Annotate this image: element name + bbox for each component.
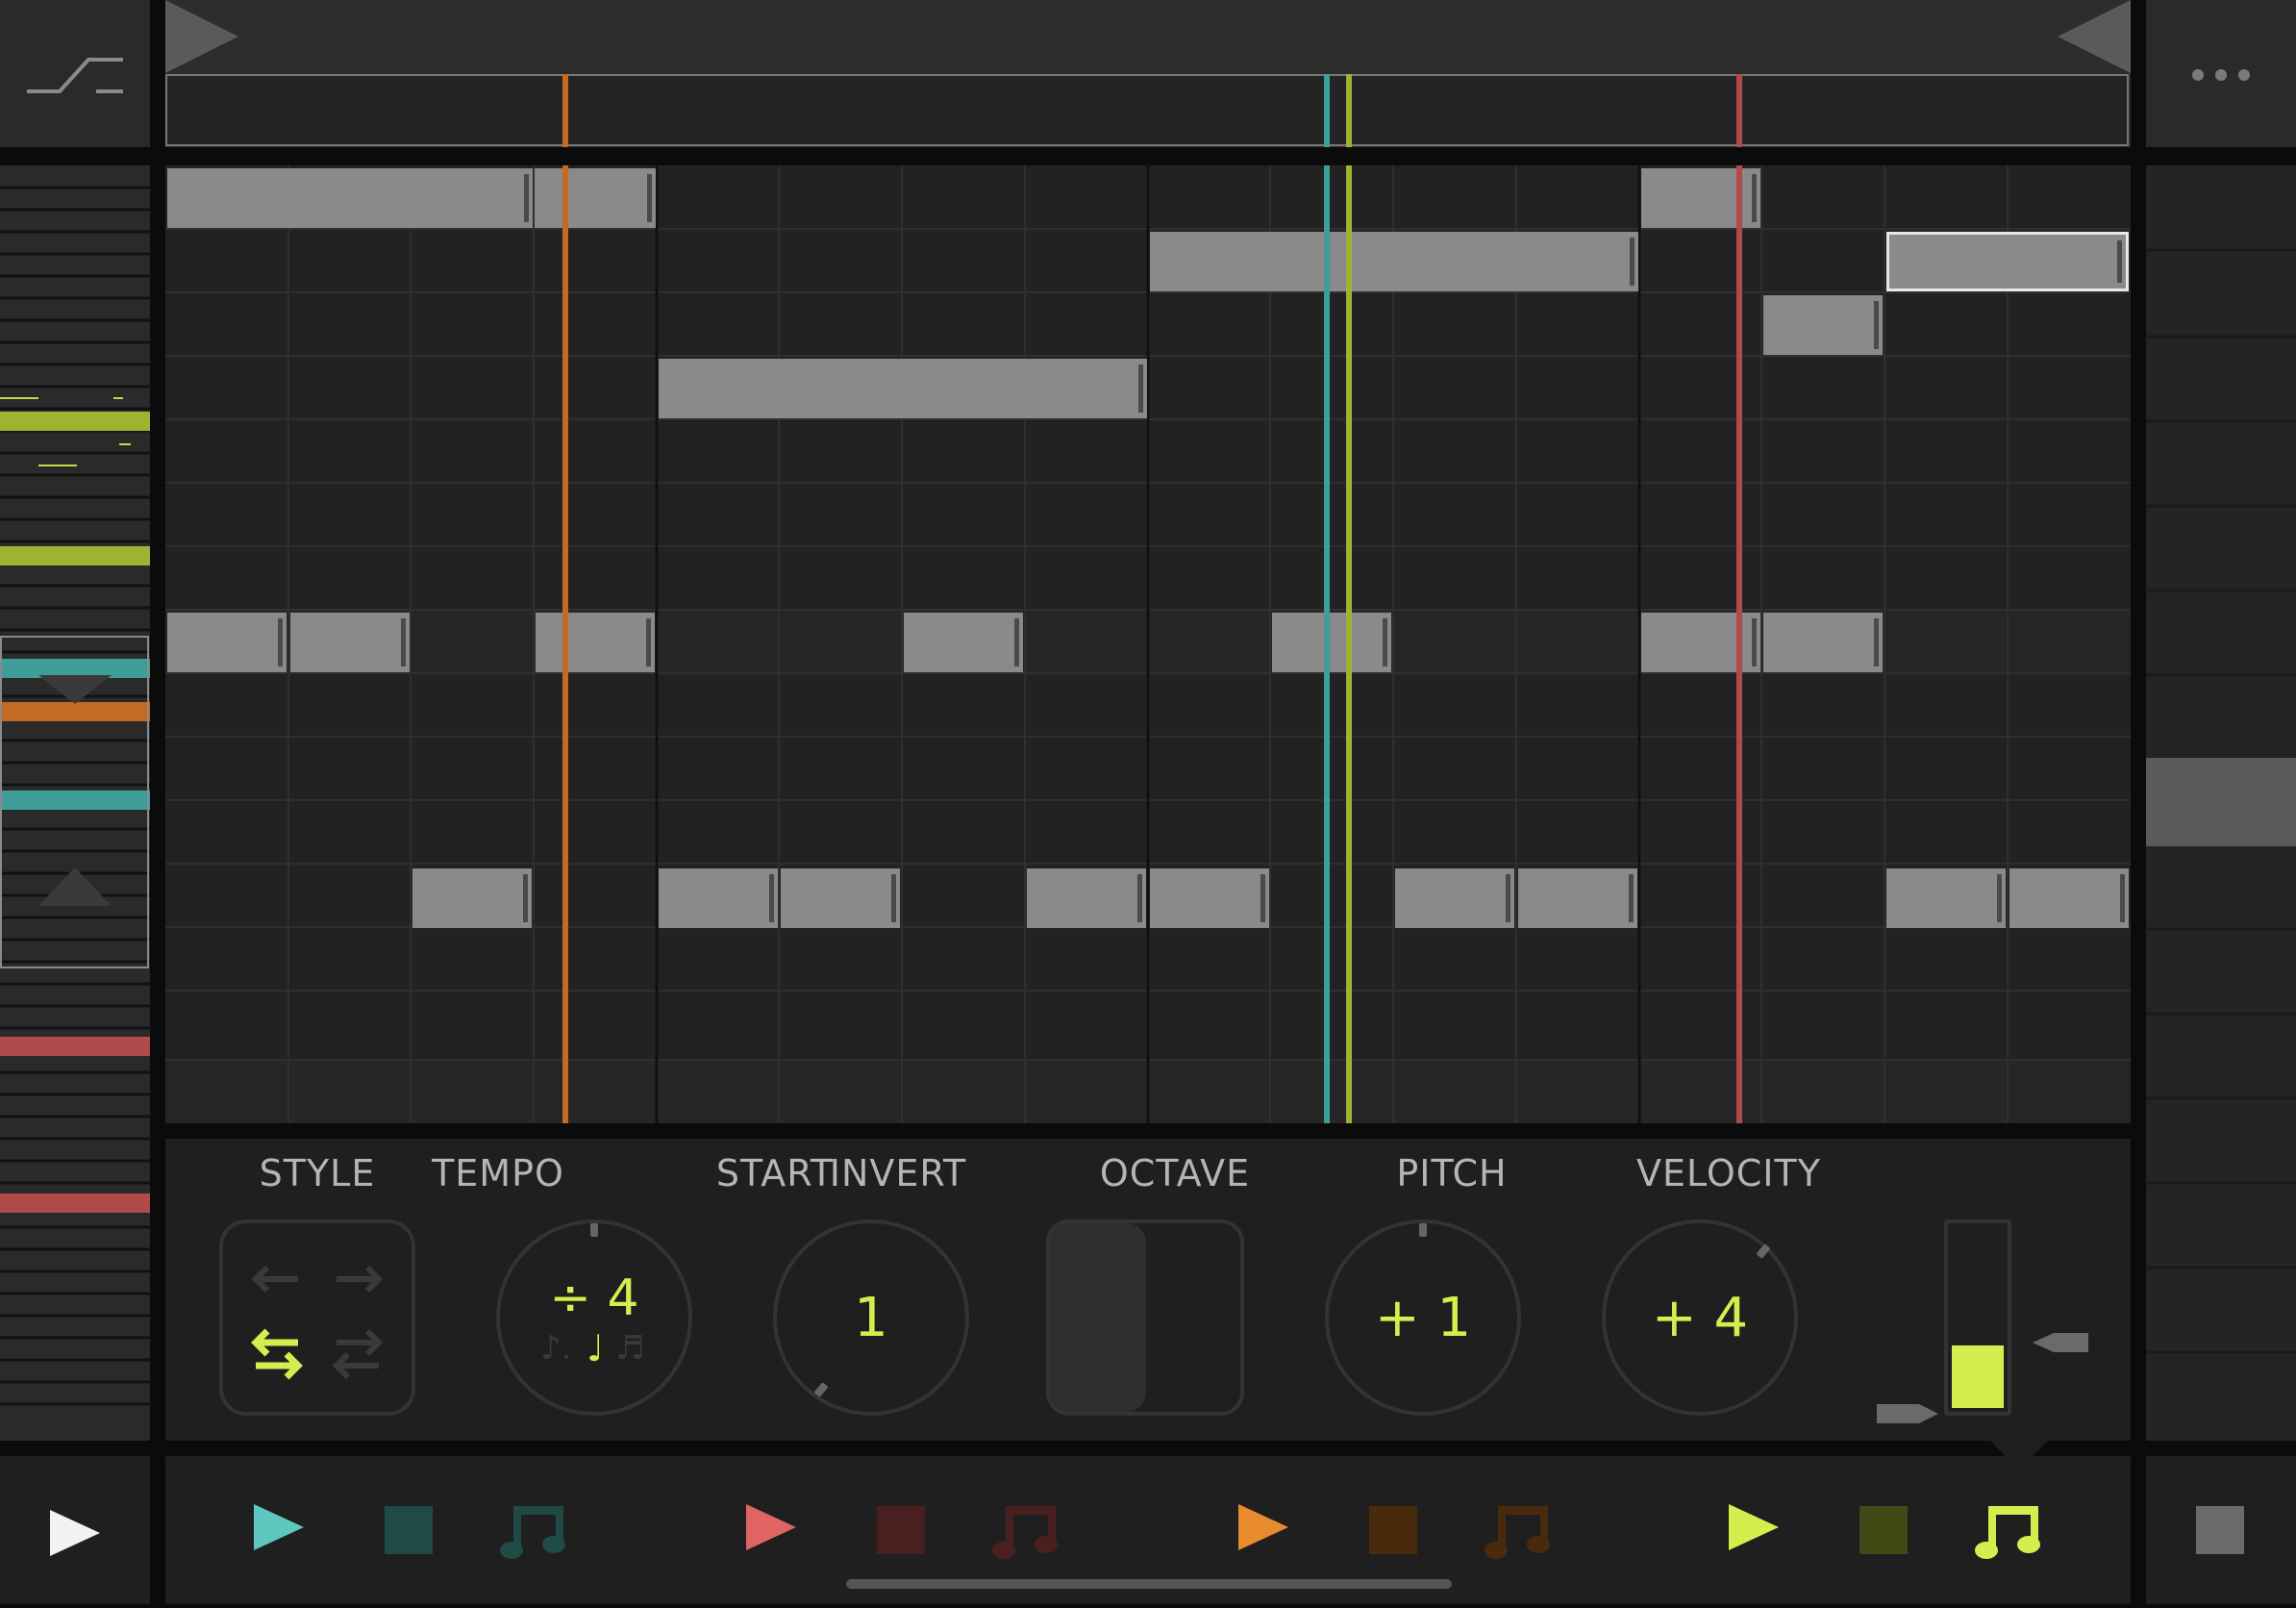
velocity-label: VELOCITY [1636, 1152, 1821, 1194]
playhead-teal [1324, 165, 1330, 1123]
track-minimap[interactable] [0, 165, 150, 1441]
triplet-note-icon: ♬ [615, 1329, 645, 1368]
overview-viewport[interactable] [165, 74, 2129, 146]
octave-knob[interactable]: + 1 [1325, 1219, 1521, 1416]
note-block[interactable] [2009, 868, 2129, 928]
note-block[interactable] [1763, 295, 1883, 355]
velocity-range-markers [1877, 1333, 2088, 1423]
start-knob[interactable]: 1 [773, 1219, 969, 1416]
red-play-button[interactable] [735, 1495, 808, 1562]
note-block[interactable] [1027, 868, 1146, 928]
octave-value: + 1 [1374, 1286, 1472, 1349]
note-block[interactable] [659, 868, 778, 928]
pitch-knob[interactable]: + 4 [1602, 1219, 1798, 1416]
lime-note-button[interactable] [1971, 1495, 2048, 1562]
invert-toggle-thumb [1050, 1223, 1146, 1412]
note-block[interactable] [1150, 232, 1638, 291]
playhead-red [1736, 165, 1742, 1123]
curve-icon [27, 58, 123, 93]
note-block[interactable] [412, 868, 532, 928]
arrow-icon [251, 1265, 384, 1380]
invert-toggle[interactable] [1046, 1219, 1244, 1416]
note-block[interactable] [167, 168, 533, 228]
red-note-button[interactable] [988, 1495, 1065, 1562]
main-stop-button[interactable] [2146, 1456, 2296, 1604]
right-strip-lanes [2146, 248, 2296, 1354]
pitch-label: PITCH [1396, 1152, 1508, 1194]
teal-play-button[interactable] [242, 1495, 315, 1562]
stop-icon [2196, 1506, 2244, 1554]
note-block[interactable] [1641, 613, 1760, 672]
note-block[interactable] [1272, 613, 1391, 672]
note-block[interactable] [1763, 613, 1883, 672]
note-block[interactable] [1150, 868, 1269, 928]
pitch-value: + 4 [1651, 1286, 1749, 1349]
note-block[interactable] [1641, 168, 1760, 228]
note-block[interactable] [659, 359, 1147, 418]
orange-stop-button[interactable] [1361, 1495, 1425, 1562]
playhead-orange [562, 165, 568, 1123]
note-block[interactable] [1518, 868, 1637, 928]
style-selector[interactable] [219, 1219, 415, 1416]
main-play-button[interactable] [0, 1456, 150, 1604]
tempo-label: TEMPO [432, 1152, 564, 1194]
note-block[interactable] [167, 613, 287, 672]
more-button[interactable] [2146, 0, 2296, 147]
playhead-lime [1346, 165, 1352, 1123]
orange-play-button[interactable] [1227, 1495, 1300, 1562]
orange-note-button[interactable] [1481, 1495, 1558, 1562]
playhead-red-overview [1736, 74, 1742, 147]
play-icon [50, 1510, 100, 1556]
playhead-orange-overview [562, 74, 568, 147]
note-block-selected[interactable] [1886, 232, 2129, 291]
tempo-value: ÷ 4 [549, 1269, 639, 1327]
minimap-lanes [0, 186, 150, 1406]
note-block[interactable] [536, 613, 655, 672]
playhead-lime-overview [1346, 74, 1352, 147]
start-value: 1 [854, 1286, 888, 1349]
note-block[interactable] [1886, 868, 2006, 928]
curve-button[interactable] [0, 0, 150, 147]
red-stop-button[interactable] [869, 1495, 933, 1562]
piano-roll-grid[interactable] [165, 165, 2131, 1123]
dotted-note-icon: ♪. [540, 1329, 572, 1368]
home-indicator[interactable] [846, 1579, 1452, 1589]
lime-stop-button[interactable] [1852, 1495, 1915, 1562]
controls-panel: STYLE TEMPO ÷ 4 ♪. ♩ ♬ START 1 INVERT OC… [165, 1139, 2131, 1441]
note-block[interactable] [904, 613, 1023, 672]
teal-stop-button[interactable] [377, 1495, 440, 1562]
note-block[interactable] [535, 168, 656, 228]
invert-label: INVERT [829, 1152, 967, 1194]
playhead-teal-overview [1324, 74, 1330, 147]
note-block[interactable] [781, 868, 900, 928]
teal-note-button[interactable] [496, 1495, 573, 1562]
octave-label: OCTAVE [1099, 1152, 1251, 1194]
note-block[interactable] [290, 613, 410, 672]
tempo-knob[interactable]: ÷ 4 ♪. ♩ ♬ [496, 1219, 692, 1416]
more-icon [2192, 69, 2250, 81]
lime-play-button[interactable] [1717, 1495, 1790, 1562]
note-block[interactable] [1395, 868, 1514, 928]
quarter-note-icon: ♩ [586, 1327, 604, 1369]
right-scroll-strip[interactable] [2146, 165, 2296, 1441]
